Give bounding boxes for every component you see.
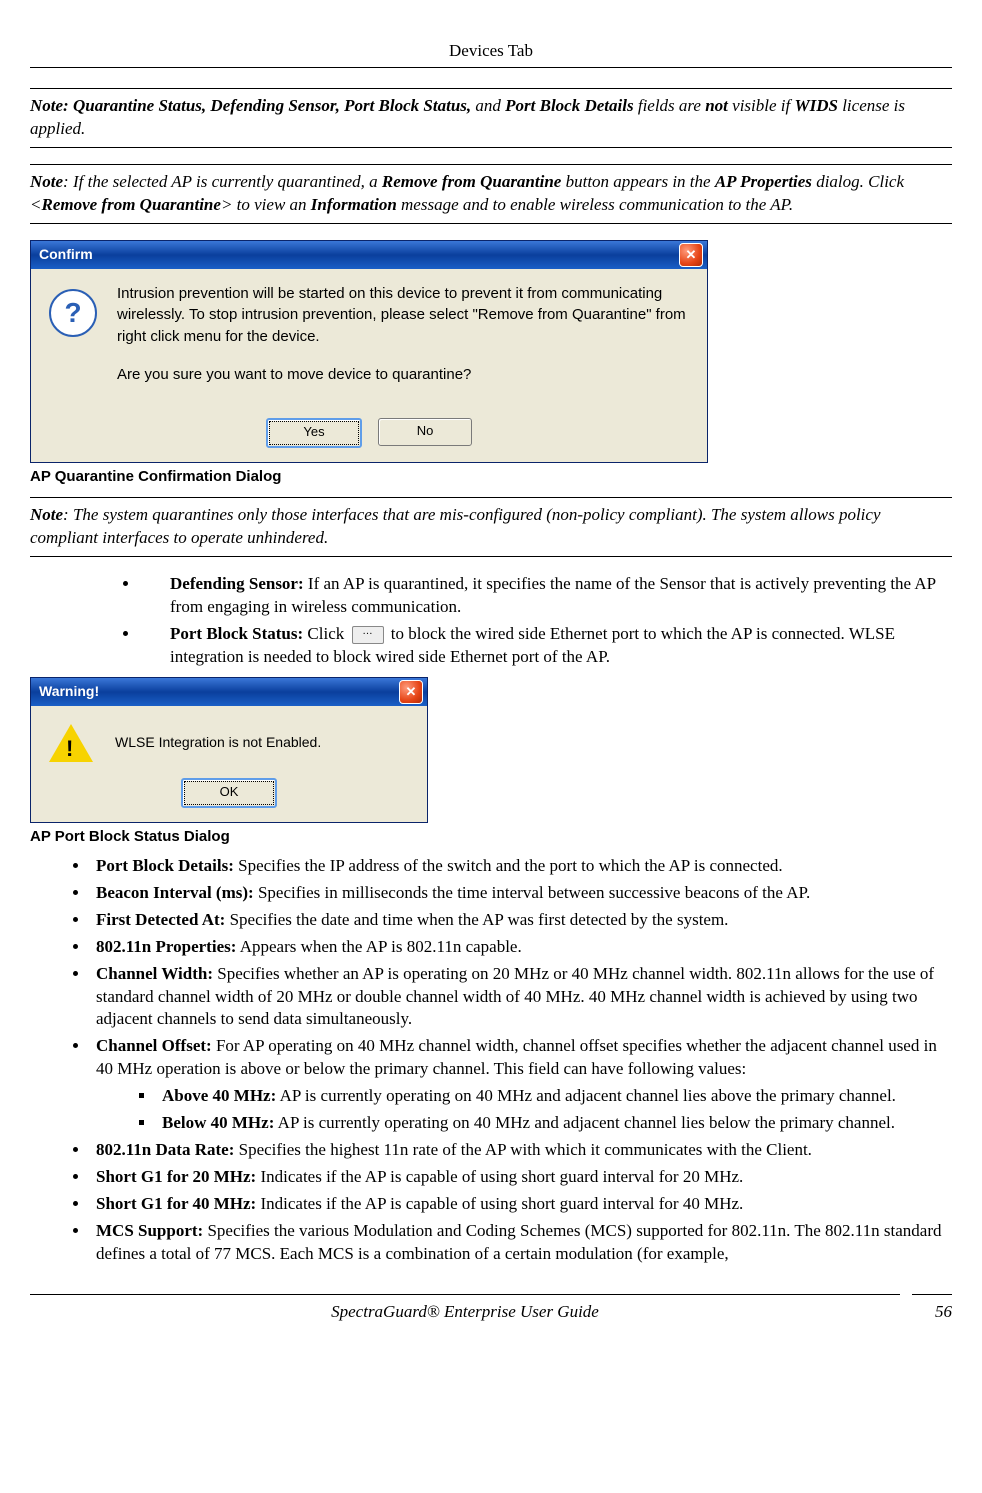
- li-mcs-support: MCS Support: Specifies the various Modul…: [90, 1220, 952, 1266]
- page-header: Devices Tab: [30, 40, 952, 68]
- no-button[interactable]: No: [378, 418, 472, 446]
- ellipsis-icon[interactable]: …: [352, 626, 384, 644]
- li-short-g1-20: Short G1 for 20 MHz: Indicates if the AP…: [90, 1166, 952, 1189]
- question-icon: ?: [49, 289, 97, 337]
- yes-button[interactable]: Yes: [266, 418, 362, 448]
- close-icon[interactable]: ✕: [679, 243, 703, 267]
- confirm-title: Confirm: [39, 245, 93, 264]
- footer-text: SpectraGuard® Enterprise User Guide: [30, 1294, 900, 1324]
- field-list-1: Defending Sensor: If an AP is quarantine…: [30, 573, 952, 669]
- li-below-40: Below 40 MHz: AP is currently operating …: [156, 1112, 952, 1135]
- confirm-body: Intrusion prevention will be started on …: [117, 283, 689, 402]
- li-port-block-details: Port Block Details: Specifies the IP add…: [90, 855, 952, 878]
- li-channel-offset: Channel Offset: For AP operating on 40 M…: [90, 1035, 952, 1135]
- field-list-2: Port Block Details: Specifies the IP add…: [30, 855, 952, 1266]
- li-port-block-status: Port Block Status: Click … to block the …: [140, 623, 952, 669]
- warning-caption: AP Port Block Status Dialog: [30, 827, 952, 847]
- warning-icon: [49, 724, 93, 762]
- li-channel-width: Channel Width: Specifies whether an AP i…: [90, 963, 952, 1032]
- confirm-caption: AP Quarantine Confirmation Dialog: [30, 467, 952, 487]
- warning-dialog: Warning! ✕ WLSE Integration is not Enabl…: [30, 677, 428, 823]
- close-icon[interactable]: ✕: [399, 680, 423, 704]
- confirm-dialog: Confirm ✕ ? Intrusion prevention will be…: [30, 240, 708, 463]
- li-beacon-interval: Beacon Interval (ms): Specifies in milli…: [90, 882, 952, 905]
- page-number: 56: [912, 1294, 952, 1324]
- note-remove-quarantine: Note: If the selected AP is currently qu…: [30, 164, 952, 224]
- li-short-g1-40: Short G1 for 40 MHz: Indicates if the AP…: [90, 1193, 952, 1216]
- li-data-rate: 802.11n Data Rate: Specifies the highest…: [90, 1139, 952, 1162]
- li-first-detected: First Detected At: Specifies the date an…: [90, 909, 952, 932]
- li-defending-sensor: Defending Sensor: If an AP is quarantine…: [140, 573, 952, 619]
- li-80211n-properties: 802.11n Properties: Appears when the AP …: [90, 936, 952, 959]
- warning-message: WLSE Integration is not Enabled.: [115, 733, 321, 752]
- warning-titlebar: Warning! ✕: [31, 678, 427, 706]
- ok-button[interactable]: OK: [181, 778, 277, 808]
- warning-title: Warning!: [39, 682, 99, 701]
- confirm-titlebar: Confirm ✕: [31, 241, 707, 269]
- page-footer: SpectraGuard® Enterprise User Guide 56: [30, 1294, 952, 1324]
- li-above-40: Above 40 MHz: AP is currently operating …: [156, 1085, 952, 1108]
- note-wids-license: Note: Quarantine Status, Defending Senso…: [30, 88, 952, 148]
- note-misconfigured: Note: The system quarantines only those …: [30, 497, 952, 557]
